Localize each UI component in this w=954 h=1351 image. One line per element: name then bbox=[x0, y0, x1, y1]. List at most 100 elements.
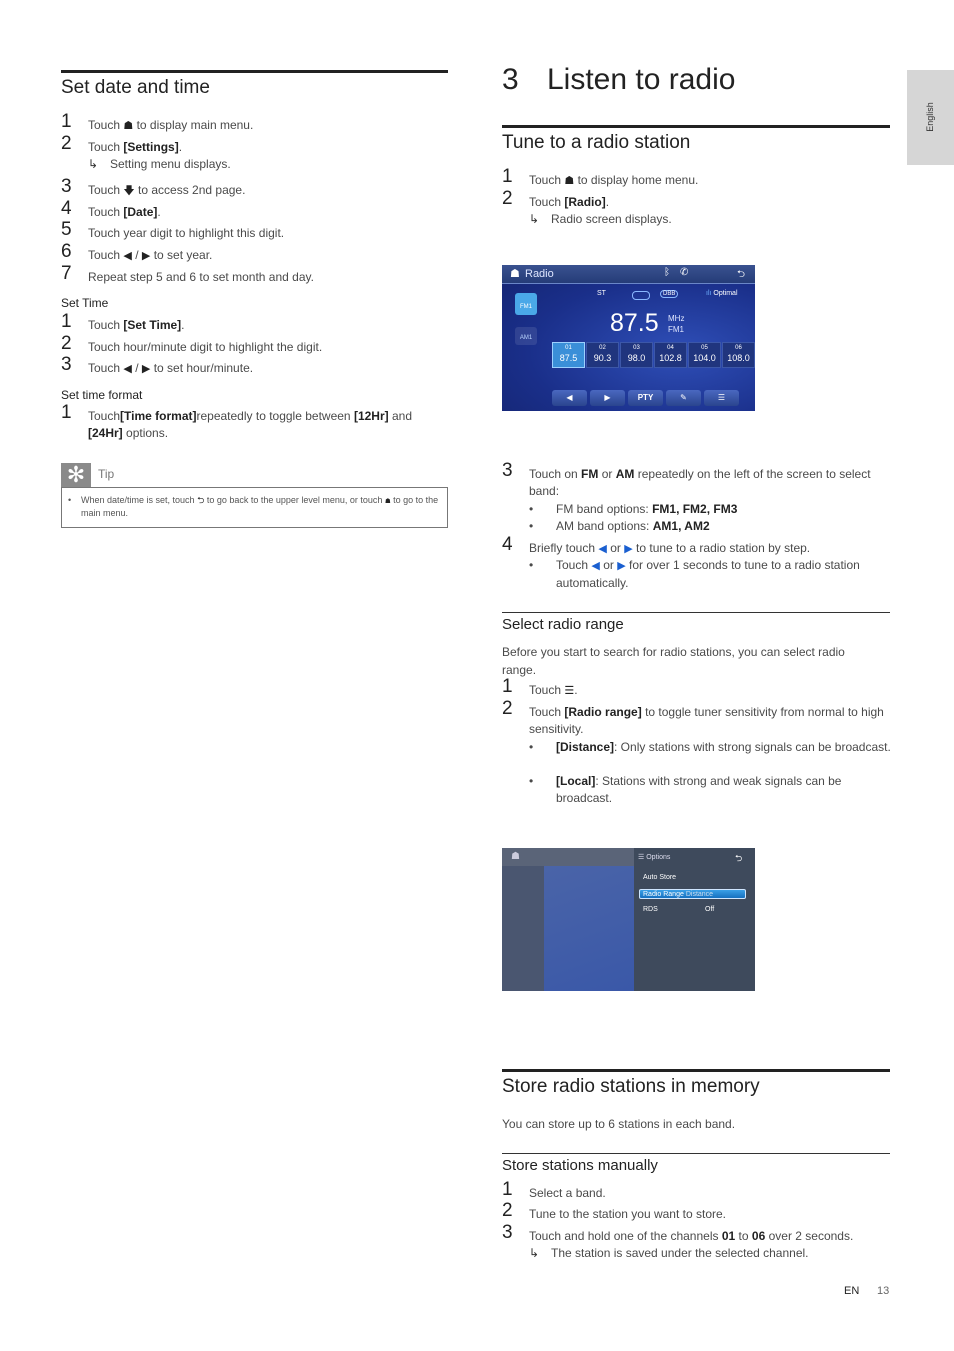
step-text: to bbox=[738, 1229, 749, 1243]
preset-number: 02 bbox=[599, 345, 606, 351]
preset-frequency: 87.5 bbox=[559, 353, 578, 363]
bullet-text: for over 1 seconds to tune to a radio st… bbox=[556, 558, 860, 590]
preset-button[interactable]: 05 104.0 bbox=[688, 342, 721, 368]
preset-frequency: 108.0 bbox=[727, 353, 750, 363]
right-arrow-icon: ▶ bbox=[617, 560, 626, 572]
step-keyword: [24Hr] bbox=[88, 426, 123, 440]
step-text: Touch and hold one of the channels bbox=[529, 1229, 719, 1243]
bullet-text: : Stations with strong and weak signals … bbox=[556, 774, 842, 805]
next-button[interactable]: ▶ bbox=[590, 390, 625, 406]
stereo-indicator: ST bbox=[597, 290, 606, 297]
section-rule bbox=[61, 70, 448, 73]
bullet-text: FM band options: bbox=[556, 502, 649, 516]
options-row-selected[interactable]: Radio Range Distance bbox=[639, 889, 746, 899]
language-label: English bbox=[925, 102, 935, 132]
step-text: Touch year digit to highlight this digit… bbox=[88, 226, 285, 240]
step-keyword: [Date] bbox=[123, 205, 158, 219]
options-button[interactable]: ☰ bbox=[704, 390, 739, 406]
step-text: Touch bbox=[529, 705, 562, 719]
options-screen-image: ☗ ☰ Options ⮌ Auto Store Radio Range Dis… bbox=[502, 848, 755, 991]
bullet-text: Touch bbox=[556, 558, 589, 572]
result-text: Radio screen displays. bbox=[551, 212, 672, 226]
section-title: Store stations manually bbox=[502, 1157, 658, 1174]
preset-frequency: 98.0 bbox=[627, 353, 646, 363]
preset-frequency: 90.3 bbox=[593, 353, 612, 363]
step-text: Touch bbox=[88, 205, 121, 219]
preset-button[interactable]: 04 102.8 bbox=[654, 342, 687, 368]
subsection-title: Set time format bbox=[61, 388, 143, 402]
radio-title: Radio bbox=[525, 268, 554, 280]
step-text: . bbox=[605, 195, 610, 209]
step-text: . bbox=[157, 205, 161, 219]
step-text: to display home menu. bbox=[577, 173, 699, 187]
tip-icon: ✻ bbox=[61, 463, 91, 487]
back-icon: ⮌ bbox=[735, 853, 743, 863]
step-text: Touch hour/minute digit to highlight the… bbox=[88, 340, 323, 354]
preset-frequency: 102.8 bbox=[659, 353, 682, 363]
step-keyword: [Set Time] bbox=[123, 318, 182, 332]
tip-label: Tip bbox=[98, 467, 115, 481]
option-name: RDS bbox=[643, 906, 658, 913]
step-number: 1 bbox=[61, 311, 72, 332]
pty-button[interactable]: PTY bbox=[628, 390, 663, 406]
frequency-display: 87.5 bbox=[610, 309, 659, 337]
step-keyword: 06 bbox=[751, 1229, 766, 1243]
tip-text: When date/time is set, touch bbox=[81, 495, 195, 505]
page-number: 13 bbox=[877, 1285, 890, 1297]
back-icon: ⮌ bbox=[197, 495, 205, 505]
right-arrow-icon: ▶ bbox=[141, 363, 151, 375]
section-title: Store radio stations in memory bbox=[502, 1076, 760, 1097]
left-arrow-icon: ◀ bbox=[123, 363, 132, 375]
chapter-number: 3 bbox=[502, 63, 519, 96]
step-text: . bbox=[181, 318, 185, 332]
step-number: 2 bbox=[502, 1200, 513, 1221]
preset-button[interactable]: 06 108.0 bbox=[722, 342, 755, 368]
frequency-unit: MHz bbox=[668, 314, 685, 323]
preset-number: 05 bbox=[701, 345, 708, 351]
option-name: Auto Store bbox=[643, 874, 677, 881]
section-rule bbox=[502, 1153, 890, 1154]
left-arrow-icon: ◀ bbox=[591, 560, 600, 572]
tip-text: to go back to the upper level menu, or t… bbox=[206, 495, 383, 505]
step-number: 5 bbox=[61, 219, 72, 240]
preset-button[interactable]: 02 90.3 bbox=[586, 342, 619, 368]
band-am1-button[interactable]: AM1 bbox=[515, 327, 537, 345]
step-number: 2 bbox=[502, 698, 513, 719]
band-fm1-button[interactable]: FM1 bbox=[515, 293, 537, 315]
left-arrow-icon: ◀ bbox=[598, 543, 607, 555]
preset-button[interactable]: 01 87.5 bbox=[552, 342, 585, 368]
step-text: / bbox=[135, 361, 139, 375]
step-number: 4 bbox=[502, 534, 513, 555]
step-number: 2 bbox=[61, 133, 72, 154]
bullet-text: AM band options: bbox=[556, 519, 650, 533]
step-text: . bbox=[178, 140, 183, 154]
step-number: 1 bbox=[61, 111, 72, 132]
phone-icon: ✆ bbox=[680, 267, 689, 278]
section-rule bbox=[502, 125, 890, 128]
step-text: Touch bbox=[88, 248, 121, 262]
options-row[interactable]: RDS Off bbox=[643, 906, 743, 913]
home-icon: ☗ bbox=[564, 175, 575, 187]
preset-button[interactable]: 03 98.0 bbox=[620, 342, 653, 368]
step-keyword: [Settings] bbox=[123, 140, 179, 154]
step-text: Touch on bbox=[529, 467, 578, 481]
preset-number: 03 bbox=[633, 345, 640, 351]
radio-screen-image: ☗ Radio ᛒ ✆ ⮌ FM1 AM1 ST DBB ılı Optimal… bbox=[502, 265, 755, 411]
step-text: Briefly touch bbox=[529, 541, 596, 555]
step-number: 3 bbox=[61, 176, 72, 197]
pin-button[interactable]: ✎ bbox=[666, 390, 701, 406]
step-number: 3 bbox=[502, 460, 513, 481]
step-text: Touch bbox=[88, 409, 121, 423]
step-keyword: [Radio] bbox=[564, 195, 606, 209]
signal-label: Optimal bbox=[713, 290, 738, 297]
step-number: 1 bbox=[502, 676, 513, 697]
prev-button[interactable]: ◀ bbox=[552, 390, 587, 406]
result-arrow-icon: ↳ bbox=[529, 1246, 540, 1260]
options-row[interactable]: Auto Store bbox=[643, 874, 676, 881]
step-number: 3 bbox=[61, 354, 72, 375]
preset-frequency: 104.0 bbox=[693, 353, 716, 363]
pty-label: PTY bbox=[637, 393, 654, 402]
step-number: 2 bbox=[502, 188, 513, 209]
step-text: to set hour/minute. bbox=[153, 361, 254, 375]
bullet-text: : Only stations with strong signals can … bbox=[614, 740, 891, 754]
